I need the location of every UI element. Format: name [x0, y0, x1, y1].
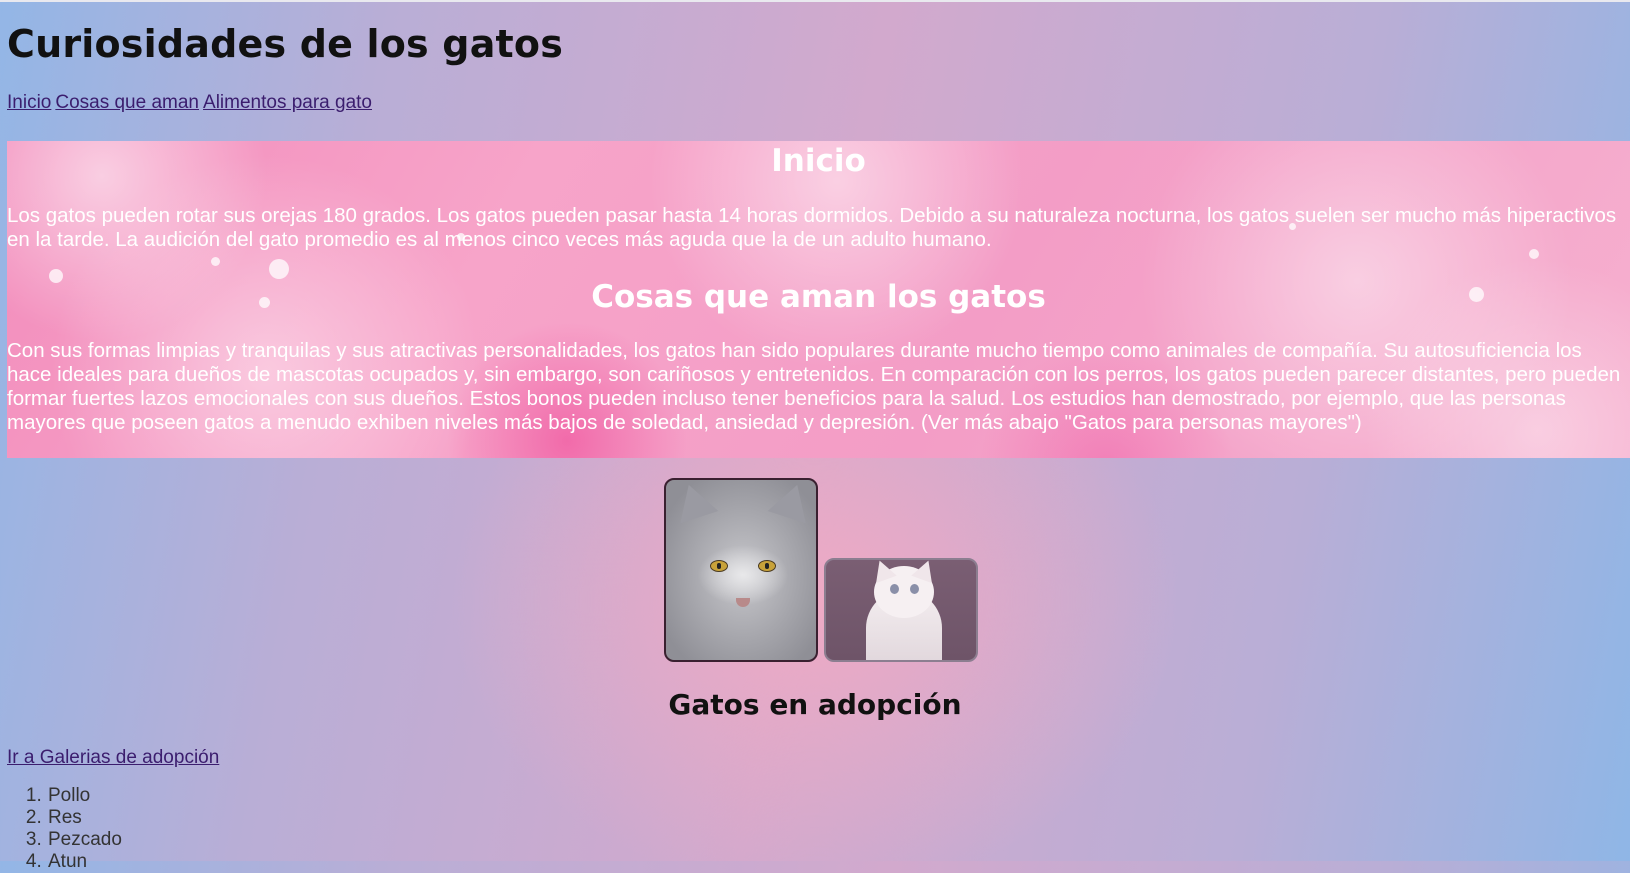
decor-bubble [269, 259, 289, 279]
gray-cat-image[interactable] [664, 478, 818, 662]
adoption-gallery-link[interactable]: Ir a Galerias de adopción [7, 747, 219, 769]
section-text-cosas: Con sus formas limpias y tranquilas y su… [7, 339, 1621, 434]
main-nav: Inicio Cosas que aman Alimentos para gato [7, 92, 376, 114]
cat-eye-shape [758, 560, 776, 572]
top-border [0, 0, 1630, 2]
list-item: Res [47, 807, 122, 829]
food-list: Pollo Res Pezcado Atun [7, 785, 122, 873]
decor-bubble [211, 257, 220, 266]
kitten-eye-shape [910, 584, 919, 594]
section-heading-inicio: Inicio [771, 143, 866, 179]
section-text-inicio: Los gatos pueden rotar sus orejas 180 gr… [7, 204, 1617, 251]
section-heading-cosas: Cosas que aman los gatos [591, 279, 1046, 315]
nav-link-inicio[interactable]: Inicio [7, 92, 51, 113]
adoption-heading: Gatos en adopción [668, 688, 962, 721]
white-kitten-image[interactable] [824, 558, 978, 662]
cat-nose-shape [736, 598, 750, 607]
nav-link-alimentos[interactable]: Alimentos para gato [203, 92, 372, 113]
page-title: Curiosidades de los gatos [7, 22, 564, 66]
cat-ear-shape [669, 480, 719, 524]
list-item: Atun [47, 851, 122, 873]
cat-ear-shape [767, 480, 816, 524]
cat-eye-shape [710, 560, 728, 572]
nav-link-cosas-que-aman[interactable]: Cosas que aman [55, 92, 199, 113]
list-item: Pollo [47, 785, 122, 807]
hero-section: Inicio Los gatos pueden rotar sus orejas… [7, 141, 1630, 458]
kitten-eye-shape [890, 584, 899, 594]
list-item: Pezcado [47, 829, 122, 851]
